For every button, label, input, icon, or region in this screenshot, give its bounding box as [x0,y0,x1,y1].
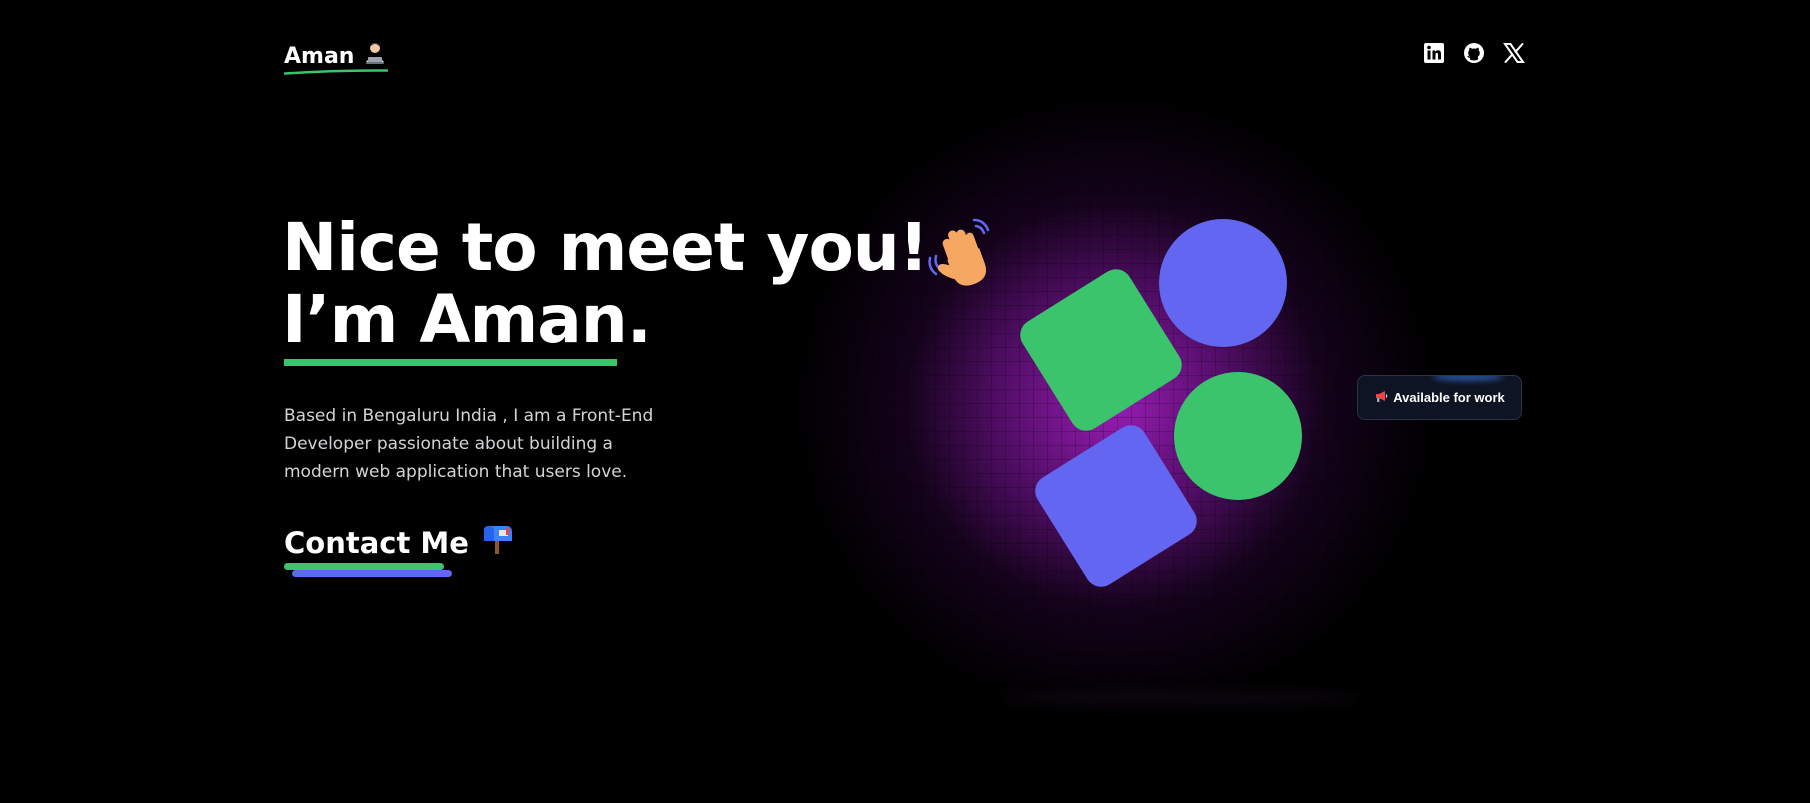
logo-link[interactable]: Aman [284,40,388,72]
blue-circle-shape [1159,219,1287,347]
logo-text: Aman [284,43,355,69]
contact-me-link[interactable]: Contact Me [284,524,515,561]
headline-line-1: Nice to meet you! [282,209,929,286]
technologist-icon [362,40,388,72]
waving-hand-icon [924,214,1004,294]
headline-line-2: I’m Aman. [282,281,652,358]
contact-underline-blue [292,570,452,577]
contact-label: Contact Me [284,525,469,560]
name-underline [284,359,617,366]
hero-headline: Nice to meet you! I’m Aman. [282,209,929,358]
contact-underline-green [284,563,444,570]
mailbox-icon [481,524,515,561]
megaphone-icon [1374,389,1388,406]
github-icon[interactable] [1463,42,1485,64]
intro-text: Based in Bengaluru India , I am a Front-… [284,406,654,482]
logo-underline [284,69,388,75]
linkedin-icon[interactable] [1423,42,1445,64]
available-for-work-badge[interactable]: Available for work [1357,375,1522,420]
x-icon[interactable] [1503,42,1525,64]
ground-shadow [1000,690,1360,706]
badge-label: Available for work [1393,390,1505,405]
badge-glow [1433,376,1503,381]
page: Aman Nice to meet you! I’m Aman. Based i… [0,0,1810,803]
green-circle-shape [1174,372,1302,500]
